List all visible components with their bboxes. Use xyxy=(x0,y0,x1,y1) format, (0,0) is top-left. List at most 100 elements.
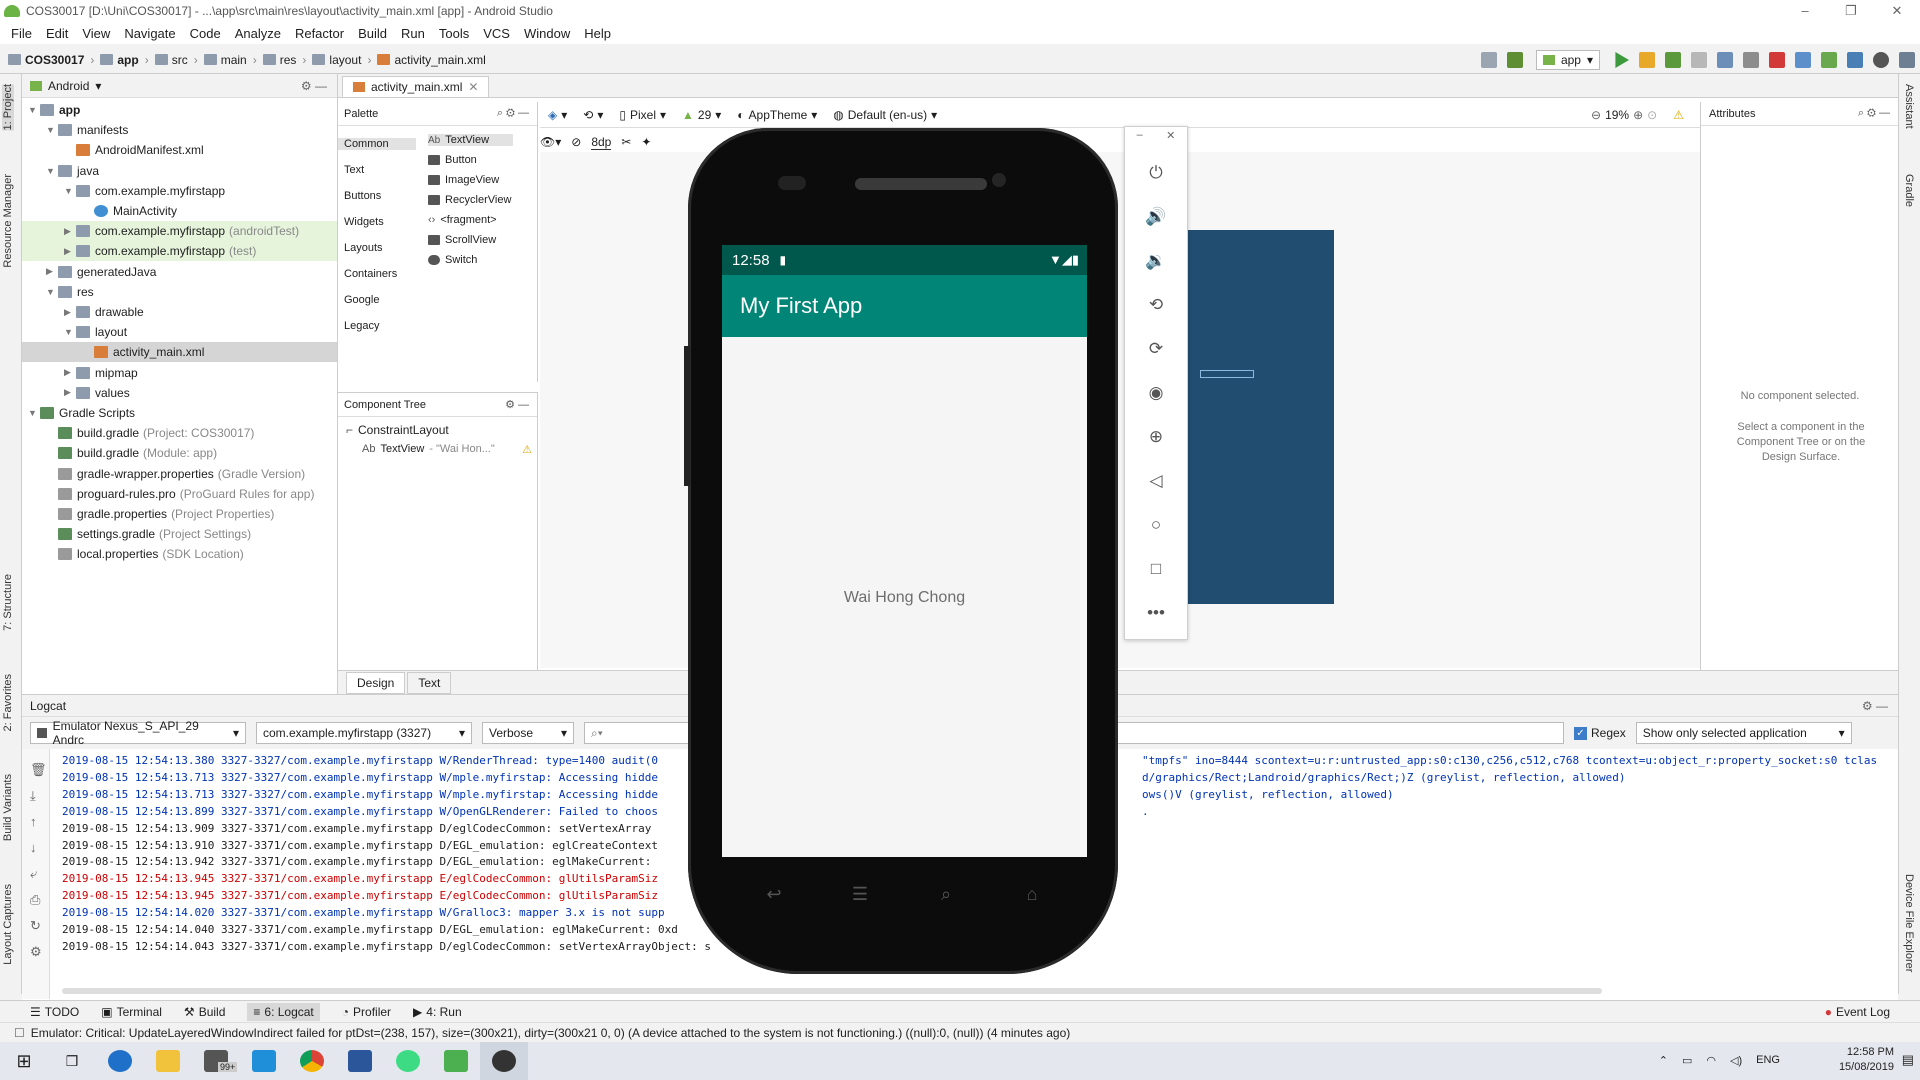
expand-arrow-icon[interactable]: ▶ xyxy=(64,226,76,237)
menu-navigate[interactable]: Navigate xyxy=(117,26,182,41)
clear-constraints-icon[interactable]: ✂ xyxy=(621,135,631,149)
tree-item[interactable]: ▼ com.example.myfirstapp xyxy=(64,181,337,201)
search-everywhere-icon[interactable] xyxy=(1873,52,1889,68)
blueprint-textview[interactable] xyxy=(1200,370,1254,378)
orientation-select[interactable]: ⟲ ▾ xyxy=(583,108,603,122)
tab-event-log[interactable]: ● Event Log xyxy=(1825,1005,1890,1019)
project-structure-icon[interactable] xyxy=(1899,52,1915,68)
apply-changes-icon[interactable] xyxy=(1639,52,1655,68)
language-indicator[interactable]: ENG xyxy=(1756,1054,1780,1067)
tree-item[interactable]: ▼ res xyxy=(46,282,337,302)
expand-arrow-icon[interactable]: ▼ xyxy=(64,186,76,196)
menu-file[interactable]: File xyxy=(4,26,39,41)
tree-item[interactable]: activity_main.xml xyxy=(22,342,337,363)
process-select[interactable]: com.example.myfirstapp (3327) ▾ xyxy=(256,722,472,744)
wifi-icon[interactable]: ◠ xyxy=(1706,1054,1716,1067)
zoom-icon[interactable]: ⊕ xyxy=(1125,425,1187,449)
emulator-app[interactable] xyxy=(432,1042,480,1080)
palette-category-containers[interactable]: Containers xyxy=(344,268,397,280)
coverage-icon[interactable] xyxy=(1691,52,1707,68)
tab-assistant[interactable]: Assistant xyxy=(1903,84,1915,129)
maximize-button[interactable]: ❐ xyxy=(1828,0,1874,22)
expand-arrow-icon[interactable]: ▼ xyxy=(64,327,76,337)
chrome-app[interactable] xyxy=(288,1042,336,1080)
tab-structure[interactable]: 7: Structure xyxy=(2,574,14,631)
blueprint-preview[interactable] xyxy=(1188,230,1334,604)
tree-item[interactable]: build.gradle (Project: COS30017) xyxy=(46,423,337,443)
sync-gradle-icon[interactable] xyxy=(1795,52,1811,68)
more-icon[interactable]: ••• xyxy=(1125,601,1187,625)
palette-item-scrollview[interactable]: ScrollView xyxy=(428,234,496,246)
tree-item[interactable]: ▼ Gradle Scripts xyxy=(28,403,337,423)
breadcrumb-src[interactable]: src › xyxy=(154,53,198,67)
tree-item[interactable]: build.gradle (Module: app) xyxy=(46,443,337,463)
tree-item[interactable]: ▼ java xyxy=(46,161,337,181)
palette-category-layouts[interactable]: Layouts xyxy=(344,242,383,254)
palette-category-widgets[interactable]: Widgets xyxy=(344,216,384,228)
notifications-icon[interactable]: ▤ xyxy=(1902,1052,1914,1068)
breadcrumb-layout[interactable]: layout › xyxy=(312,53,371,67)
component-tree-settings-icon[interactable]: ⚙ — xyxy=(505,398,529,411)
chevron-up-icon[interactable]: ⌃ xyxy=(1659,1054,1668,1067)
tab-terminal[interactable]: ▣ Terminal xyxy=(101,1005,162,1019)
home-icon[interactable]: ○ xyxy=(1125,513,1187,537)
tree-node-constraintlayout[interactable]: ⌐ ConstraintLayout xyxy=(346,423,449,437)
tree-item[interactable]: ▶ com.example.myfirstapp (androidTest) xyxy=(22,221,337,242)
autoconnect-icon[interactable]: ⊘ xyxy=(571,135,581,149)
menu-view[interactable]: View xyxy=(75,26,117,41)
chevron-down-icon[interactable]: ▾ xyxy=(95,79,101,93)
debug-icon[interactable] xyxy=(1665,52,1681,68)
palette-category-buttons[interactable]: Buttons xyxy=(344,190,381,202)
close-tab-icon[interactable]: ✕ xyxy=(468,80,478,94)
zoom-fit-icon[interactable]: ⊙ xyxy=(1647,108,1657,122)
palette-category-common[interactable]: Common xyxy=(338,138,416,150)
attributes-search-icon[interactable]: ⌕ ⚙ — xyxy=(1858,107,1890,120)
emulator-minimize-icon[interactable]: – xyxy=(1137,129,1143,142)
home-key-icon[interactable]: ⌂ xyxy=(1018,884,1046,904)
overview-icon[interactable]: □ xyxy=(1125,557,1187,581)
infer-constraints-icon[interactable]: ✦ xyxy=(641,135,651,149)
palette-item-fragment[interactable]: ‹› <fragment> xyxy=(428,214,497,226)
expand-arrow-icon[interactable]: ▼ xyxy=(46,166,58,176)
tree-item[interactable]: local.properties (SDK Location) xyxy=(46,544,337,564)
log-level-select[interactable]: Verbose ▾ xyxy=(482,722,574,744)
tree-item[interactable]: proguard-rules.pro (ProGuard Rules for ap… xyxy=(46,484,337,504)
tree-item[interactable]: ▶ com.example.myfirstapp (test) xyxy=(22,241,337,262)
back-key-icon[interactable]: ↩ xyxy=(760,884,788,904)
tab-activity-main[interactable]: activity_main.xml ✕ xyxy=(342,76,490,97)
zoom-out-icon[interactable]: ⊖ xyxy=(1591,108,1601,122)
expand-arrow-icon[interactable]: ▼ xyxy=(28,105,40,115)
device-manager-icon[interactable] xyxy=(1480,52,1497,68)
battery-icon[interactable]: ▭ xyxy=(1682,1054,1692,1067)
menu-key-icon[interactable]: ☰ xyxy=(846,884,874,904)
tab-todo[interactable]: ☰ TODO xyxy=(30,1005,79,1019)
tree-item[interactable]: MainActivity xyxy=(82,201,337,221)
expand-arrow-icon[interactable]: ▶ xyxy=(64,367,76,378)
palette-item-imageview[interactable]: ImageView xyxy=(428,174,499,186)
explorer-app[interactable] xyxy=(144,1042,192,1080)
warning-icon[interactable]: ⚠ xyxy=(1673,108,1684,122)
volume-down-icon[interactable]: 🔉 xyxy=(1125,249,1187,273)
tree-node-textview[interactable]: Ab TextView - "Wai Hon..." ⚠ xyxy=(362,443,532,456)
panel-settings-icon[interactable]: ⚙ — xyxy=(301,79,327,93)
device-select[interactable]: Emulator Nexus_S_API_29 Andrc ▾ xyxy=(30,719,246,747)
stop-icon[interactable] xyxy=(1769,52,1785,68)
warning-icon[interactable]: ⚠ xyxy=(522,443,532,456)
breadcrumb-file[interactable]: activity_main.xml xyxy=(377,53,486,67)
breadcrumb-project[interactable]: COS30017 › xyxy=(8,53,94,67)
menu-run[interactable]: Run xyxy=(394,26,432,41)
menu-code[interactable]: Code xyxy=(183,26,228,41)
start-button[interactable]: ⊞ xyxy=(0,1042,48,1080)
tree-item[interactable]: ▶ drawable xyxy=(64,302,337,322)
sdk-manager-icon[interactable] xyxy=(1847,52,1863,68)
clear-log-icon[interactable]: 🗑 xyxy=(30,757,47,783)
android-studio-app[interactable] xyxy=(384,1042,432,1080)
zoom-in-icon[interactable]: ⊕ xyxy=(1633,108,1643,122)
locale-select[interactable]: ◍ Default (en-us) ▾ xyxy=(833,108,937,122)
up-icon[interactable]: ↑ xyxy=(30,809,47,835)
filter-config-select[interactable]: Show only selected application ▾ xyxy=(1635,722,1852,744)
menu-window[interactable]: Window xyxy=(517,26,577,41)
tab-text[interactable]: Text xyxy=(407,671,452,694)
rotate-left-icon[interactable]: ⟲ xyxy=(1125,293,1187,317)
avd-manager-icon[interactable] xyxy=(1821,52,1837,68)
